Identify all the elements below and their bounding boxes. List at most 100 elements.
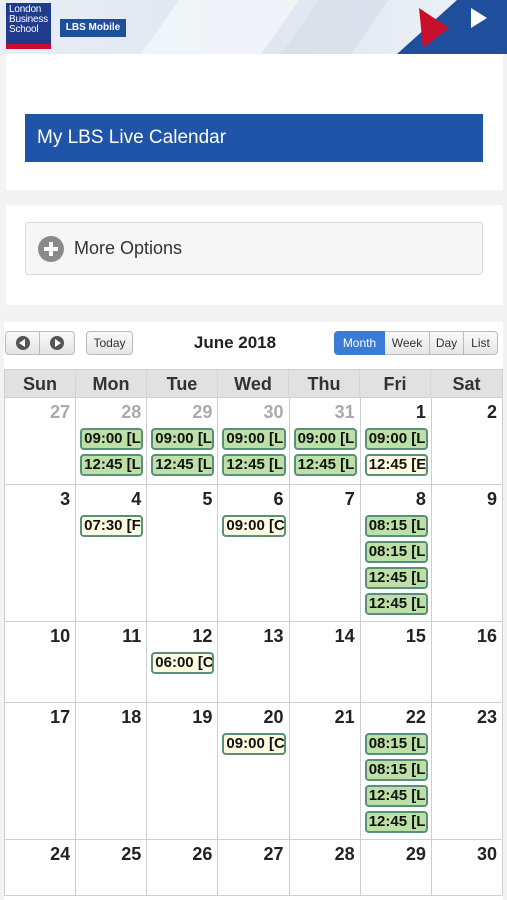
day-cell[interactable]: 9	[432, 485, 503, 621]
day-cell[interactable]: 5	[147, 485, 219, 621]
day-cell[interactable]: 16	[432, 622, 503, 702]
day-cell[interactable]: 7	[290, 485, 361, 621]
calendar-event[interactable]: 12:45 [L	[364, 567, 428, 589]
day-cell[interactable]: 21	[290, 703, 361, 839]
calendar-event[interactable]: 09:00 [L	[293, 428, 357, 450]
day-number[interactable]: 28	[335, 844, 355, 865]
more-options-toggle[interactable]: More Options	[25, 222, 483, 275]
calendar-event[interactable]: 09:00 [C	[222, 515, 286, 537]
day-cell[interactable]: 14	[290, 622, 361, 702]
day-number[interactable]: 2	[487, 402, 497, 423]
day-cell[interactable]: 24	[5, 840, 77, 895]
day-cell[interactable]: 3	[5, 485, 77, 621]
day-number[interactable]: 9	[487, 489, 497, 510]
view-week-button[interactable]: Week	[385, 331, 430, 355]
day-number[interactable]: 15	[406, 626, 426, 647]
day-cell[interactable]: 30	[432, 840, 503, 895]
day-cell[interactable]: 28 09:00 [L 12:45 [L	[76, 398, 148, 484]
day-number[interactable]: 4	[131, 489, 141, 510]
day-number[interactable]: 20	[264, 707, 284, 728]
day-number[interactable]: 27	[50, 402, 70, 423]
day-cell[interactable]: 20 09:00 [C	[218, 703, 290, 839]
next-month-button[interactable]	[40, 331, 75, 355]
calendar-event[interactable]: 06:00 [C	[151, 652, 215, 674]
day-cell[interactable]: 2	[432, 398, 503, 484]
calendar-event[interactable]: 08:15 [L	[364, 541, 428, 563]
calendar-event[interactable]: 08:15 [L	[364, 759, 428, 781]
day-number[interactable]: 17	[50, 707, 70, 728]
day-number[interactable]: 21	[335, 707, 355, 728]
day-number[interactable]: 24	[50, 844, 70, 865]
day-number[interactable]: 26	[192, 844, 212, 865]
day-cell[interactable]: 19	[147, 703, 219, 839]
day-cell[interactable]: 17	[5, 703, 77, 839]
day-cell[interactable]: 27	[5, 398, 77, 484]
day-number[interactable]: 1	[416, 402, 426, 423]
calendar-event[interactable]: 12:45 [E	[364, 454, 428, 476]
calendar-event[interactable]: 12:45 [L	[364, 785, 428, 807]
day-cell[interactable]: 10	[5, 622, 77, 702]
day-number[interactable]: 23	[477, 707, 497, 728]
day-number[interactable]: 8	[416, 489, 426, 510]
calendar-event[interactable]: 07:30 [F	[80, 515, 144, 537]
prev-month-button[interactable]	[5, 331, 40, 355]
calendar-event[interactable]: 09:00 [L	[151, 428, 215, 450]
day-number[interactable]: 16	[477, 626, 497, 647]
day-number[interactable]: 19	[192, 707, 212, 728]
lbs-mobile-badge[interactable]: LBS Mobile	[60, 19, 126, 37]
day-cell[interactable]: 25	[76, 840, 148, 895]
day-cell[interactable]: 28	[290, 840, 361, 895]
calendar-event[interactable]: 09:00 [C	[222, 733, 286, 755]
day-number[interactable]: 10	[50, 626, 70, 647]
day-number[interactable]: 5	[202, 489, 212, 510]
day-number[interactable]: 3	[60, 489, 70, 510]
day-cell[interactable]: 4 07:30 [F	[76, 485, 148, 621]
day-number[interactable]: 27	[264, 844, 284, 865]
day-cell[interactable]: 18	[76, 703, 148, 839]
day-number[interactable]: 30	[264, 402, 284, 423]
day-number[interactable]: 22	[406, 707, 426, 728]
calendar-event[interactable]: 12:45 [L	[293, 454, 357, 476]
day-cell[interactable]: 29	[361, 840, 432, 895]
day-number[interactable]: 31	[335, 402, 355, 423]
day-cell[interactable]: 23	[432, 703, 503, 839]
calendar-event[interactable]: 12:45 [L	[80, 454, 144, 476]
day-number[interactable]: 12	[192, 626, 212, 647]
calendar-event[interactable]: 09:00 [L	[80, 428, 144, 450]
day-number[interactable]: 18	[121, 707, 141, 728]
calendar-event[interactable]: 08:15 [L	[364, 515, 428, 537]
day-cell[interactable]: 27	[218, 840, 290, 895]
calendar-event[interactable]: 12:45 [L	[222, 454, 286, 476]
day-cell[interactable]: 30 09:00 [L 12:45 [L	[218, 398, 290, 484]
day-cell[interactable]: 12 06:00 [C	[147, 622, 219, 702]
play-icon[interactable]	[397, 0, 507, 54]
today-button[interactable]: Today	[86, 331, 133, 355]
view-day-button[interactable]: Day	[430, 331, 464, 355]
day-number[interactable]: 6	[274, 489, 284, 510]
day-number[interactable]: 28	[121, 402, 141, 423]
calendar-event[interactable]: 09:00 [L	[222, 428, 286, 450]
lbs-logo[interactable]: London Business School	[6, 3, 51, 49]
day-cell[interactable]: 26	[147, 840, 219, 895]
day-number[interactable]: 7	[345, 489, 355, 510]
day-cell[interactable]: 6 09:00 [C	[218, 485, 290, 621]
calendar-event[interactable]: 09:00 [L	[364, 428, 428, 450]
day-cell[interactable]: 13	[218, 622, 290, 702]
calendar-event[interactable]: 12:45 [L	[364, 593, 428, 615]
day-cell[interactable]: 8 08:15 [L 08:15 [L 12:45 [L 12:45 [L	[361, 485, 432, 621]
day-number[interactable]: 13	[264, 626, 284, 647]
day-cell[interactable]: 31 09:00 [L 12:45 [L	[290, 398, 361, 484]
day-number[interactable]: 30	[477, 844, 497, 865]
calendar-event[interactable]: 12:45 [L	[151, 454, 215, 476]
calendar-event[interactable]: 08:15 [L	[364, 733, 428, 755]
day-cell[interactable]: 22 08:15 [L 08:15 [L 12:45 [L 12:45 [L	[361, 703, 432, 839]
calendar-event[interactable]: 12:45 [L	[364, 811, 428, 833]
day-number[interactable]: 29	[406, 844, 426, 865]
day-cell[interactable]: 1 09:00 [L 12:45 [E	[361, 398, 432, 484]
view-list-button[interactable]: List	[464, 331, 498, 355]
day-number[interactable]: 11	[122, 626, 141, 647]
day-cell[interactable]: 15	[361, 622, 432, 702]
day-number[interactable]: 29	[192, 402, 212, 423]
day-number[interactable]: 14	[335, 626, 355, 647]
day-cell[interactable]: 11	[76, 622, 148, 702]
